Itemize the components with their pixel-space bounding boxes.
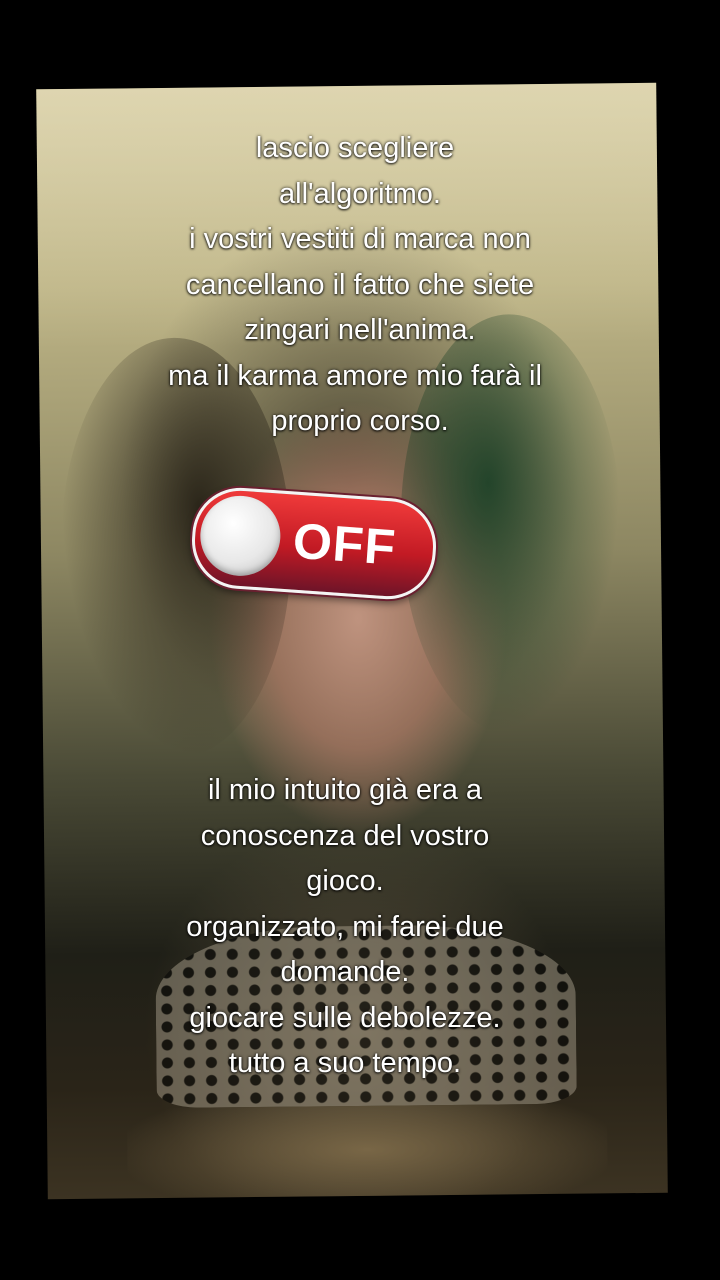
caption-line: giocare sulle debolezze.	[189, 1001, 501, 1034]
toggle-knob	[197, 493, 284, 579]
caption-line: ma il karma amore mio farà il	[168, 359, 542, 392]
caption-line: conoscenza del vostro	[200, 819, 490, 852]
toggle-label: OFF	[291, 512, 398, 576]
caption-line: all'algoritmo.	[279, 177, 441, 210]
caption-top: lascio scegliere all'algoritmo. i vostri…	[0, 126, 720, 445]
caption-bottom: il mio intuito già era a conoscenza del …	[0, 768, 720, 1087]
caption-line: cancellano il fatto che siete	[185, 268, 535, 301]
off-toggle-sticker: OFF	[188, 484, 440, 603]
caption-line: proprio corso.	[271, 405, 449, 437]
caption-line: organizzato, mi farei due	[186, 910, 504, 943]
caption-line: il mio intuito già era a	[207, 774, 483, 806]
caption-line: zingari nell'anima.	[244, 314, 476, 346]
caption-line: domande.	[280, 956, 410, 988]
caption-line: lascio scegliere	[255, 132, 455, 164]
caption-line: gioco.	[306, 865, 384, 897]
caption-line: tutto a suo tempo.	[228, 1047, 462, 1079]
caption-line: i vostri vestiti di marca non	[189, 223, 531, 255]
blanket	[126, 1103, 609, 1200]
